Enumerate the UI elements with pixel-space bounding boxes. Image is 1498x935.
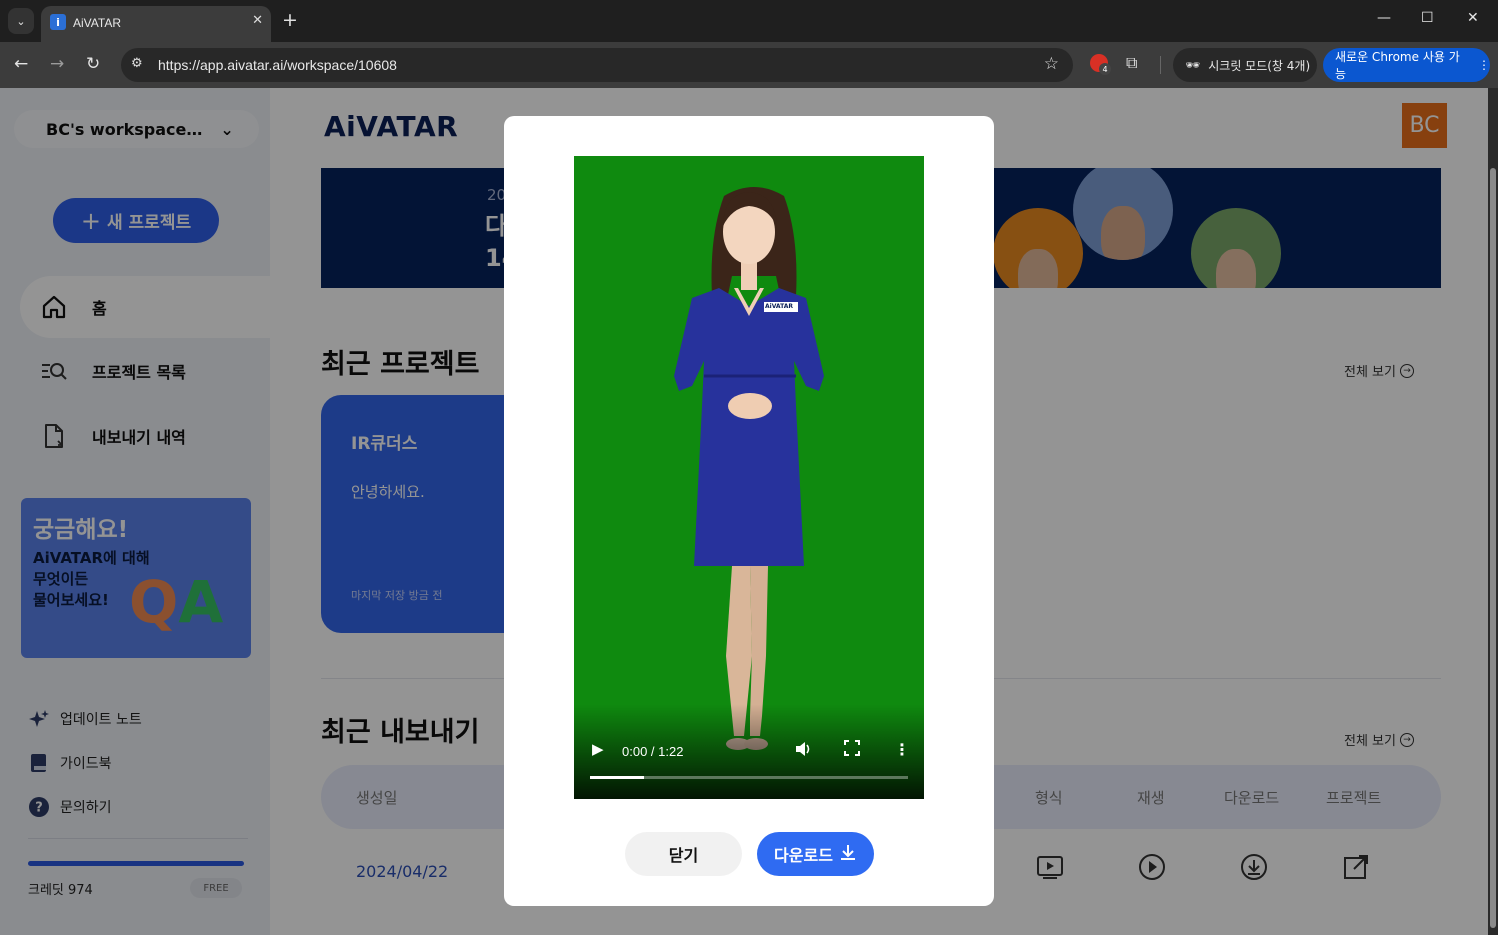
tab-close-icon[interactable]: ✕ <box>252 13 263 28</box>
forward-icon[interactable]: → <box>50 54 64 74</box>
play-icon[interactable]: ▶ <box>592 740 604 758</box>
browser-tab-bar: ⌄ i AiVATAR ✕ + — ☐ ✕ <box>0 0 1498 42</box>
toolbar-separator <box>1160 56 1161 74</box>
url-text[interactable]: https://app.aivatar.ai/workspace/10608 <box>158 57 397 73</box>
back-icon[interactable]: ← <box>14 54 28 74</box>
download-icon <box>839 843 857 865</box>
tab-search-icon[interactable]: ⌄ <box>8 8 34 34</box>
video-progress-fill <box>590 776 645 779</box>
volume-icon[interactable] <box>794 740 812 762</box>
download-button[interactable]: 다운로드 <box>757 832 874 876</box>
reload-icon[interactable]: ↻ <box>86 54 100 74</box>
extension-badge-count: 4 <box>1099 63 1111 75</box>
address-bar[interactable]: ⚙ https://app.aivatar.ai/workspace/10608… <box>121 48 1073 82</box>
avatar-presenter-image <box>674 187 824 750</box>
chrome-update-label: 새로운 Chrome 사용 가능 <box>1335 50 1460 81</box>
tab-title: AiVATAR <box>73 16 122 30</box>
more-menu-icon: ⋮ <box>1478 58 1490 72</box>
scrollbar-thumb[interactable] <box>1490 168 1496 928</box>
bookmark-star-icon[interactable]: ☆ <box>1044 54 1059 74</box>
presenter-badge: AiVATAR <box>765 303 794 310</box>
video-player[interactable]: AiVATAR ▶ 0:00 / 1:22 ⋮ <box>574 156 924 799</box>
video-progress-bar[interactable] <box>590 776 908 779</box>
maximize-icon[interactable]: ☐ <box>1421 10 1434 26</box>
minimize-icon[interactable]: — <box>1377 10 1391 26</box>
active-tab[interactable]: i AiVATAR ✕ <box>41 6 271 42</box>
favicon-icon: i <box>50 14 66 30</box>
incognito-label: 시크릿 모드(창 4개) <box>1208 58 1311 73</box>
video-preview-modal: AiVATAR ▶ 0:00 / 1:22 ⋮ 닫기 다운로드 <box>504 116 994 906</box>
extension-icon[interactable]: 4 <box>1090 54 1111 75</box>
incognito-icon: 🕶 <box>1185 58 1201 72</box>
close-button[interactable]: 닫기 <box>625 832 742 876</box>
new-tab-icon[interactable]: + <box>282 9 298 31</box>
chrome-update-button[interactable]: 새로운 Chrome 사용 가능 ⋮ <box>1323 48 1490 82</box>
video-time: 0:00 / 1:22 <box>622 744 684 759</box>
fullscreen-icon[interactable] <box>844 740 860 760</box>
browser-toolbar: ← → ↻ ⚙ https://app.aivatar.ai/workspace… <box>0 42 1498 88</box>
more-options-icon[interactable]: ⋮ <box>894 740 910 759</box>
extensions-puzzle-icon[interactable]: ⧉ <box>1126 53 1137 73</box>
window-close-icon[interactable]: ✕ <box>1467 10 1479 26</box>
download-label: 다운로드 <box>774 846 833 865</box>
incognito-indicator[interactable]: 🕶 시크릿 모드(창 4개) <box>1173 48 1317 82</box>
site-info-icon[interactable]: ⚙ <box>131 56 143 71</box>
